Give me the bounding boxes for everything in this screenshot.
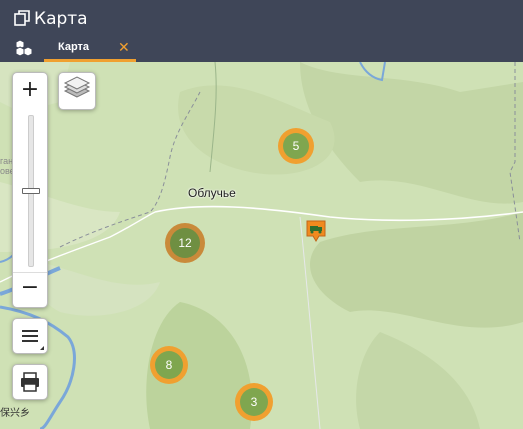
city-label: Облучье bbox=[188, 186, 236, 200]
zoom-control: + − bbox=[12, 72, 48, 308]
close-icon[interactable]: ✕ bbox=[118, 39, 130, 56]
cubes-icon[interactable] bbox=[14, 39, 34, 57]
printer-icon bbox=[21, 372, 39, 392]
map-canvas[interactable]: Облучье ганский оведник 保兴乡 5 12 8 3 + − bbox=[0, 62, 523, 429]
cluster-marker[interactable]: 3 bbox=[235, 383, 273, 421]
zoom-slider-handle[interactable] bbox=[22, 188, 40, 194]
tab-map[interactable]: Карта ✕ bbox=[44, 36, 136, 62]
tab-bar: Карта ✕ bbox=[0, 36, 523, 62]
cluster-marker[interactable]: 12 bbox=[165, 223, 205, 263]
title-bar: Карта bbox=[0, 0, 523, 36]
print-button[interactable] bbox=[12, 364, 48, 400]
layers-button[interactable] bbox=[58, 72, 96, 110]
cluster-count: 12 bbox=[170, 228, 200, 258]
layers-icon bbox=[63, 76, 91, 98]
zoom-in-button[interactable]: + bbox=[13, 73, 47, 107]
map-terrain bbox=[0, 62, 523, 429]
map-label: 保兴乡 bbox=[0, 408, 30, 419]
cluster-marker[interactable]: 5 bbox=[278, 128, 314, 164]
menu-button[interactable] bbox=[12, 318, 48, 354]
tab-label: Карта bbox=[58, 41, 90, 53]
zoom-out-button[interactable]: − bbox=[13, 272, 47, 307]
cluster-count: 3 bbox=[240, 388, 268, 416]
cluster-count: 5 bbox=[283, 133, 309, 159]
menu-icon bbox=[22, 330, 44, 350]
truck-marker-icon[interactable] bbox=[305, 220, 327, 242]
cluster-marker[interactable]: 8 bbox=[150, 346, 188, 384]
window-title: Карта bbox=[34, 9, 88, 29]
cluster-count: 8 bbox=[155, 351, 183, 379]
windows-icon bbox=[14, 10, 30, 26]
